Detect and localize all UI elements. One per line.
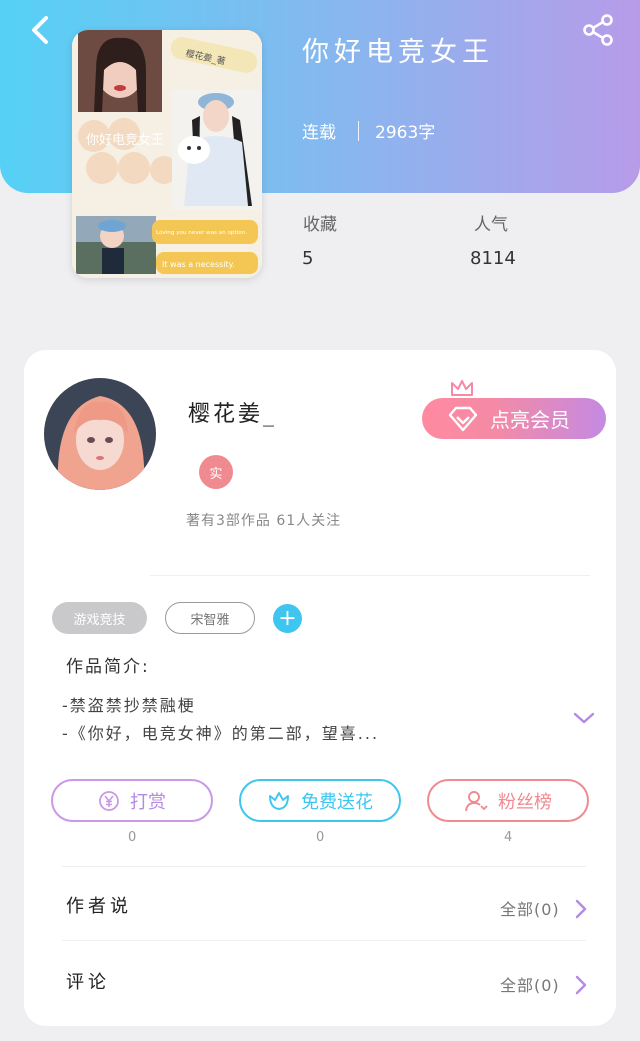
vip-button-label: 点亮会员 <box>490 408 570 432</box>
chevron-right-icon <box>575 899 587 919</box>
popularity-value: 8114 <box>470 248 516 269</box>
tip-button-label: 打赏 <box>130 791 166 813</box>
author-says-all-link[interactable]: 全部(0) <box>500 896 560 920</box>
back-button[interactable] <box>22 12 58 48</box>
book-cover[interactable]: 樱花姜_著 你好电竞女王 Loving you never was an opt… <box>72 30 262 278</box>
send-flower-label: 免费送花 <box>301 791 373 813</box>
tip-count: 0 <box>128 830 137 845</box>
fans-ranking-label: 粉丝榜 <box>498 791 552 813</box>
add-tag-button[interactable]: + <box>273 604 302 633</box>
fans-count: 4 <box>504 830 513 845</box>
serial-status: 连载 <box>302 123 336 143</box>
tag-character[interactable]: 宋智雅 <box>165 602 255 634</box>
send-flower-button[interactable]: 免费送花 <box>239 779 401 822</box>
tag-genre[interactable]: 游戏竞技 <box>52 602 147 634</box>
comments-all-link[interactable]: 全部(0) <box>500 972 560 996</box>
share-button[interactable] <box>578 10 618 50</box>
intro-title: 作品简介: <box>66 657 150 677</box>
book-title: 你好电竞女王 <box>302 37 494 68</box>
diamond-icon <box>448 406 478 432</box>
chevron-right-icon <box>575 975 587 995</box>
status-separator <box>358 120 359 141</box>
popularity-label: 人气 <box>474 215 508 235</box>
verified-badge: 实 <box>199 455 233 489</box>
flower-count: 0 <box>316 830 325 845</box>
intro-line-1: -禁盗禁抄禁融梗 <box>62 696 196 715</box>
cover-quote-line-1: Loving you never was an option. <box>156 230 247 236</box>
flower-icon <box>269 791 289 810</box>
comments-label: 评论 <box>66 972 110 993</box>
fans-ranking-icon <box>465 790 488 811</box>
tip-button[interactable]: 打赏 <box>51 779 213 822</box>
word-count: 2963字 <box>375 123 436 143</box>
divider <box>150 575 590 576</box>
yen-coin-icon <box>99 790 119 811</box>
expand-chevron-icon[interactable] <box>572 710 596 726</box>
author-name[interactable]: 樱花姜_ <box>188 396 277 428</box>
avatar-image <box>44 378 156 490</box>
divider <box>62 866 586 867</box>
plus-icon: + <box>278 606 297 631</box>
cover-artwork: 樱花姜_著 你好电竞女王 Loving you never was an opt… <box>72 30 262 278</box>
fans-ranking-button[interactable]: 粉丝榜 <box>427 779 589 822</box>
share-icon <box>583 14 613 46</box>
back-arrow-icon <box>32 16 48 44</box>
author-meta: 著有3部作品 61人关注 <box>186 513 342 529</box>
author-avatar[interactable] <box>44 378 156 490</box>
author-says-label: 作者说 <box>66 896 132 917</box>
cover-title-text: 你好电竞女王 <box>86 132 164 148</box>
cover-quote-line-2: It was a necessity. <box>162 260 235 269</box>
intro-line-2: -《你好，电竞女神》的第二部，望喜... <box>62 724 380 743</box>
status-line: 连载 2963字 <box>302 118 435 143</box>
crown-icon <box>451 380 473 396</box>
divider <box>62 940 586 941</box>
favorites-label: 收藏 <box>303 215 337 235</box>
favorites-value: 5 <box>302 248 314 269</box>
